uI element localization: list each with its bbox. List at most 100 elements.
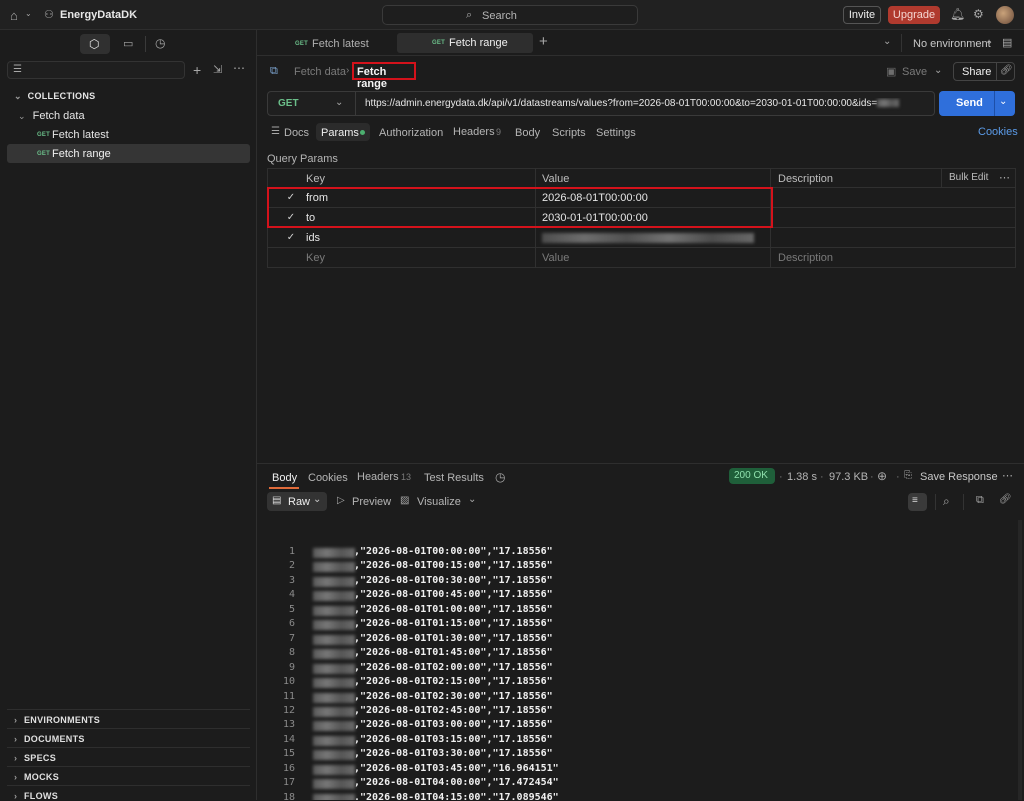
link-icon[interactable]: 🔗︎ (1000, 65, 1013, 76)
environment-view-icon[interactable]: ▭ (123, 37, 133, 50)
section-specs[interactable]: › SPECS (14, 753, 56, 763)
environment-selector[interactable]: No environment (913, 38, 991, 50)
tab-fetch-range[interactable]: GET Fetch range (397, 33, 533, 53)
line-number: 2 (288, 560, 295, 572)
send-options-chevron-icon[interactable]: ⌄ (999, 96, 1007, 107)
environment-settings-icon[interactable]: ▤ (1002, 36, 1012, 49)
section-label: SPECS (24, 753, 57, 763)
checkbox-from[interactable]: ✓ (285, 192, 297, 204)
bell-icon[interactable]: 🔔︎ (950, 7, 965, 21)
line-number: 13 (282, 719, 295, 731)
method-selector[interactable]: GET (278, 98, 299, 109)
tab-docs[interactable]: Docs (284, 127, 309, 139)
upgrade-button[interactable]: Upgrade (888, 6, 940, 24)
search-box[interactable]: ⌕ Search (382, 5, 638, 25)
copy-icon[interactable]: ⧉ (976, 494, 984, 507)
bulk-edit-button[interactable]: Bulk Edit (949, 172, 988, 183)
tab-settings[interactable]: Settings (596, 127, 636, 139)
param-value-from[interactable]: 2026-08-01T00:00:00 (542, 192, 648, 204)
new-tab-icon[interactable]: + (539, 33, 548, 50)
collections-view-button[interactable]: ⬡ (80, 34, 110, 54)
active-tab-indicator (269, 487, 299, 489)
line-text: ,"2026-08-01T04:15:00","17.089546" (354, 791, 559, 800)
raw-icon: ▤ (272, 495, 282, 506)
param-value-ids-redacted[interactable] (542, 233, 754, 243)
save-icon[interactable]: ▣ (886, 65, 896, 78)
more-icon[interactable]: ⋯ (999, 171, 1010, 184)
chevron-right-icon: › (14, 734, 18, 744)
param-key-from[interactable]: from (306, 192, 328, 204)
save-response-button[interactable]: Save Response (920, 471, 998, 483)
line-number: 12 (282, 704, 295, 716)
tab-fetch-latest[interactable]: GET Fetch latest (267, 33, 397, 55)
raw-view-selector[interactable]: ▤ Raw ⌄ (267, 492, 327, 511)
add-icon[interactable]: + (193, 62, 201, 78)
pane-divider[interactable] (257, 463, 1024, 464)
param-description-placeholder[interactable]: Description (778, 252, 833, 264)
home-icon[interactable]: ⌂ (10, 8, 18, 23)
save-dropdown-icon[interactable]: ⌄ (934, 65, 942, 76)
breadcrumb-separator: › (346, 65, 350, 76)
param-key-to[interactable]: to (306, 212, 315, 224)
sidebar-filter-input[interactable]: ☰ (7, 61, 185, 79)
checkbox-to[interactable]: ✓ (285, 212, 297, 224)
collections-header[interactable]: ⌄ COLLECTIONS (14, 91, 95, 102)
checkbox-ids[interactable]: ✓ (285, 232, 297, 244)
chevron-down-icon[interactable]: ⌄ (985, 36, 993, 47)
method-chevron-icon[interactable]: ⌄ (335, 97, 343, 108)
save-button[interactable]: Save (902, 66, 927, 78)
section-mocks[interactable]: › MOCKS (14, 772, 59, 782)
share-button[interactable]: Share (962, 66, 991, 78)
link-icon[interactable]: 🔗︎ (999, 494, 1012, 505)
workspace-chevron-icon[interactable]: ⌄ (128, 8, 136, 19)
breadcrumb-parent[interactable]: Fetch data (294, 66, 346, 78)
redacted-id (313, 735, 355, 746)
tab-headers[interactable]: Headers (453, 126, 495, 138)
section-environments[interactable]: › ENVIRONMENTS (14, 715, 100, 725)
response-tab-body[interactable]: Body (272, 472, 297, 484)
section-documents[interactable]: › DOCUMENTS (14, 734, 85, 744)
visualize-chevron-icon[interactable]: ⌄ (468, 494, 476, 505)
tab-body[interactable]: Body (515, 127, 540, 139)
invite-button[interactable]: Invite (843, 6, 881, 24)
avatar[interactable] (996, 6, 1014, 24)
import-icon[interactable]: ⇲ (213, 63, 222, 76)
history-icon[interactable]: ◷ (495, 470, 505, 484)
param-key-placeholder[interactable]: Key (306, 252, 325, 264)
param-value-to[interactable]: 2030-01-01T00:00:00 (542, 212, 648, 224)
wrap-lines-button[interactable]: ≡ (908, 493, 927, 511)
response-body[interactable]: 1 ,"2026-08-01T00:00:00","17.18556" 2 ,"202… (257, 515, 1024, 800)
history-icon[interactable]: ◷ (155, 36, 165, 50)
param-value-placeholder[interactable]: Value (542, 252, 569, 264)
preview-button[interactable]: Preview (352, 496, 391, 508)
tab-authorization[interactable]: Authorization (379, 127, 443, 139)
line-text: ,"2026-08-01T01:00:00","17.18556" (354, 603, 553, 615)
col-key: Key (306, 173, 325, 185)
line-text: ,"2026-08-01T00:00:00","17.18556" (354, 546, 553, 557)
url-input[interactable]: https://admin.energydata.dk/api/v1/datas… (365, 98, 905, 112)
visualize-button[interactable]: Visualize (417, 496, 461, 508)
workspace-name[interactable]: EnergyDataDK (60, 9, 137, 21)
response-tab-test-results[interactable]: Test Results (424, 472, 484, 484)
response-tab-headers[interactable]: Headers (357, 471, 399, 483)
globe-icon[interactable]: ⊕ (877, 469, 887, 483)
visualize-icon: ▨ (400, 495, 410, 506)
tabs-overflow-chevron-icon[interactable]: ⌄ (883, 36, 891, 47)
more-icon[interactable]: ⋯ (233, 61, 245, 75)
search-icon[interactable]: ⌕ (943, 494, 950, 509)
breadcrumb-current[interactable]: Fetch range (357, 66, 414, 90)
response-tab-cookies[interactable]: Cookies (308, 472, 348, 484)
chevron-down-icon[interactable]: ⌄ (25, 9, 32, 18)
send-button[interactable]: Send (956, 97, 983, 109)
tab-scripts[interactable]: Scripts (552, 127, 586, 139)
more-icon[interactable]: ⋯ (1002, 469, 1013, 482)
sidebar-item-fetch-range[interactable]: GET Fetch range (7, 144, 250, 163)
sidebar-item-fetch-latest[interactable]: GET Fetch latest (7, 125, 250, 144)
scrollbar[interactable] (1018, 520, 1022, 800)
folder-fetch-data[interactable]: ⌄ Fetch data (18, 110, 85, 122)
param-key-ids[interactable]: ids (306, 232, 320, 244)
gear-icon[interactable]: ⚙ (973, 7, 984, 21)
redacted-id (313, 634, 355, 645)
cookies-link[interactable]: Cookies (978, 126, 1018, 138)
tab-params[interactable]: Params (316, 123, 370, 141)
